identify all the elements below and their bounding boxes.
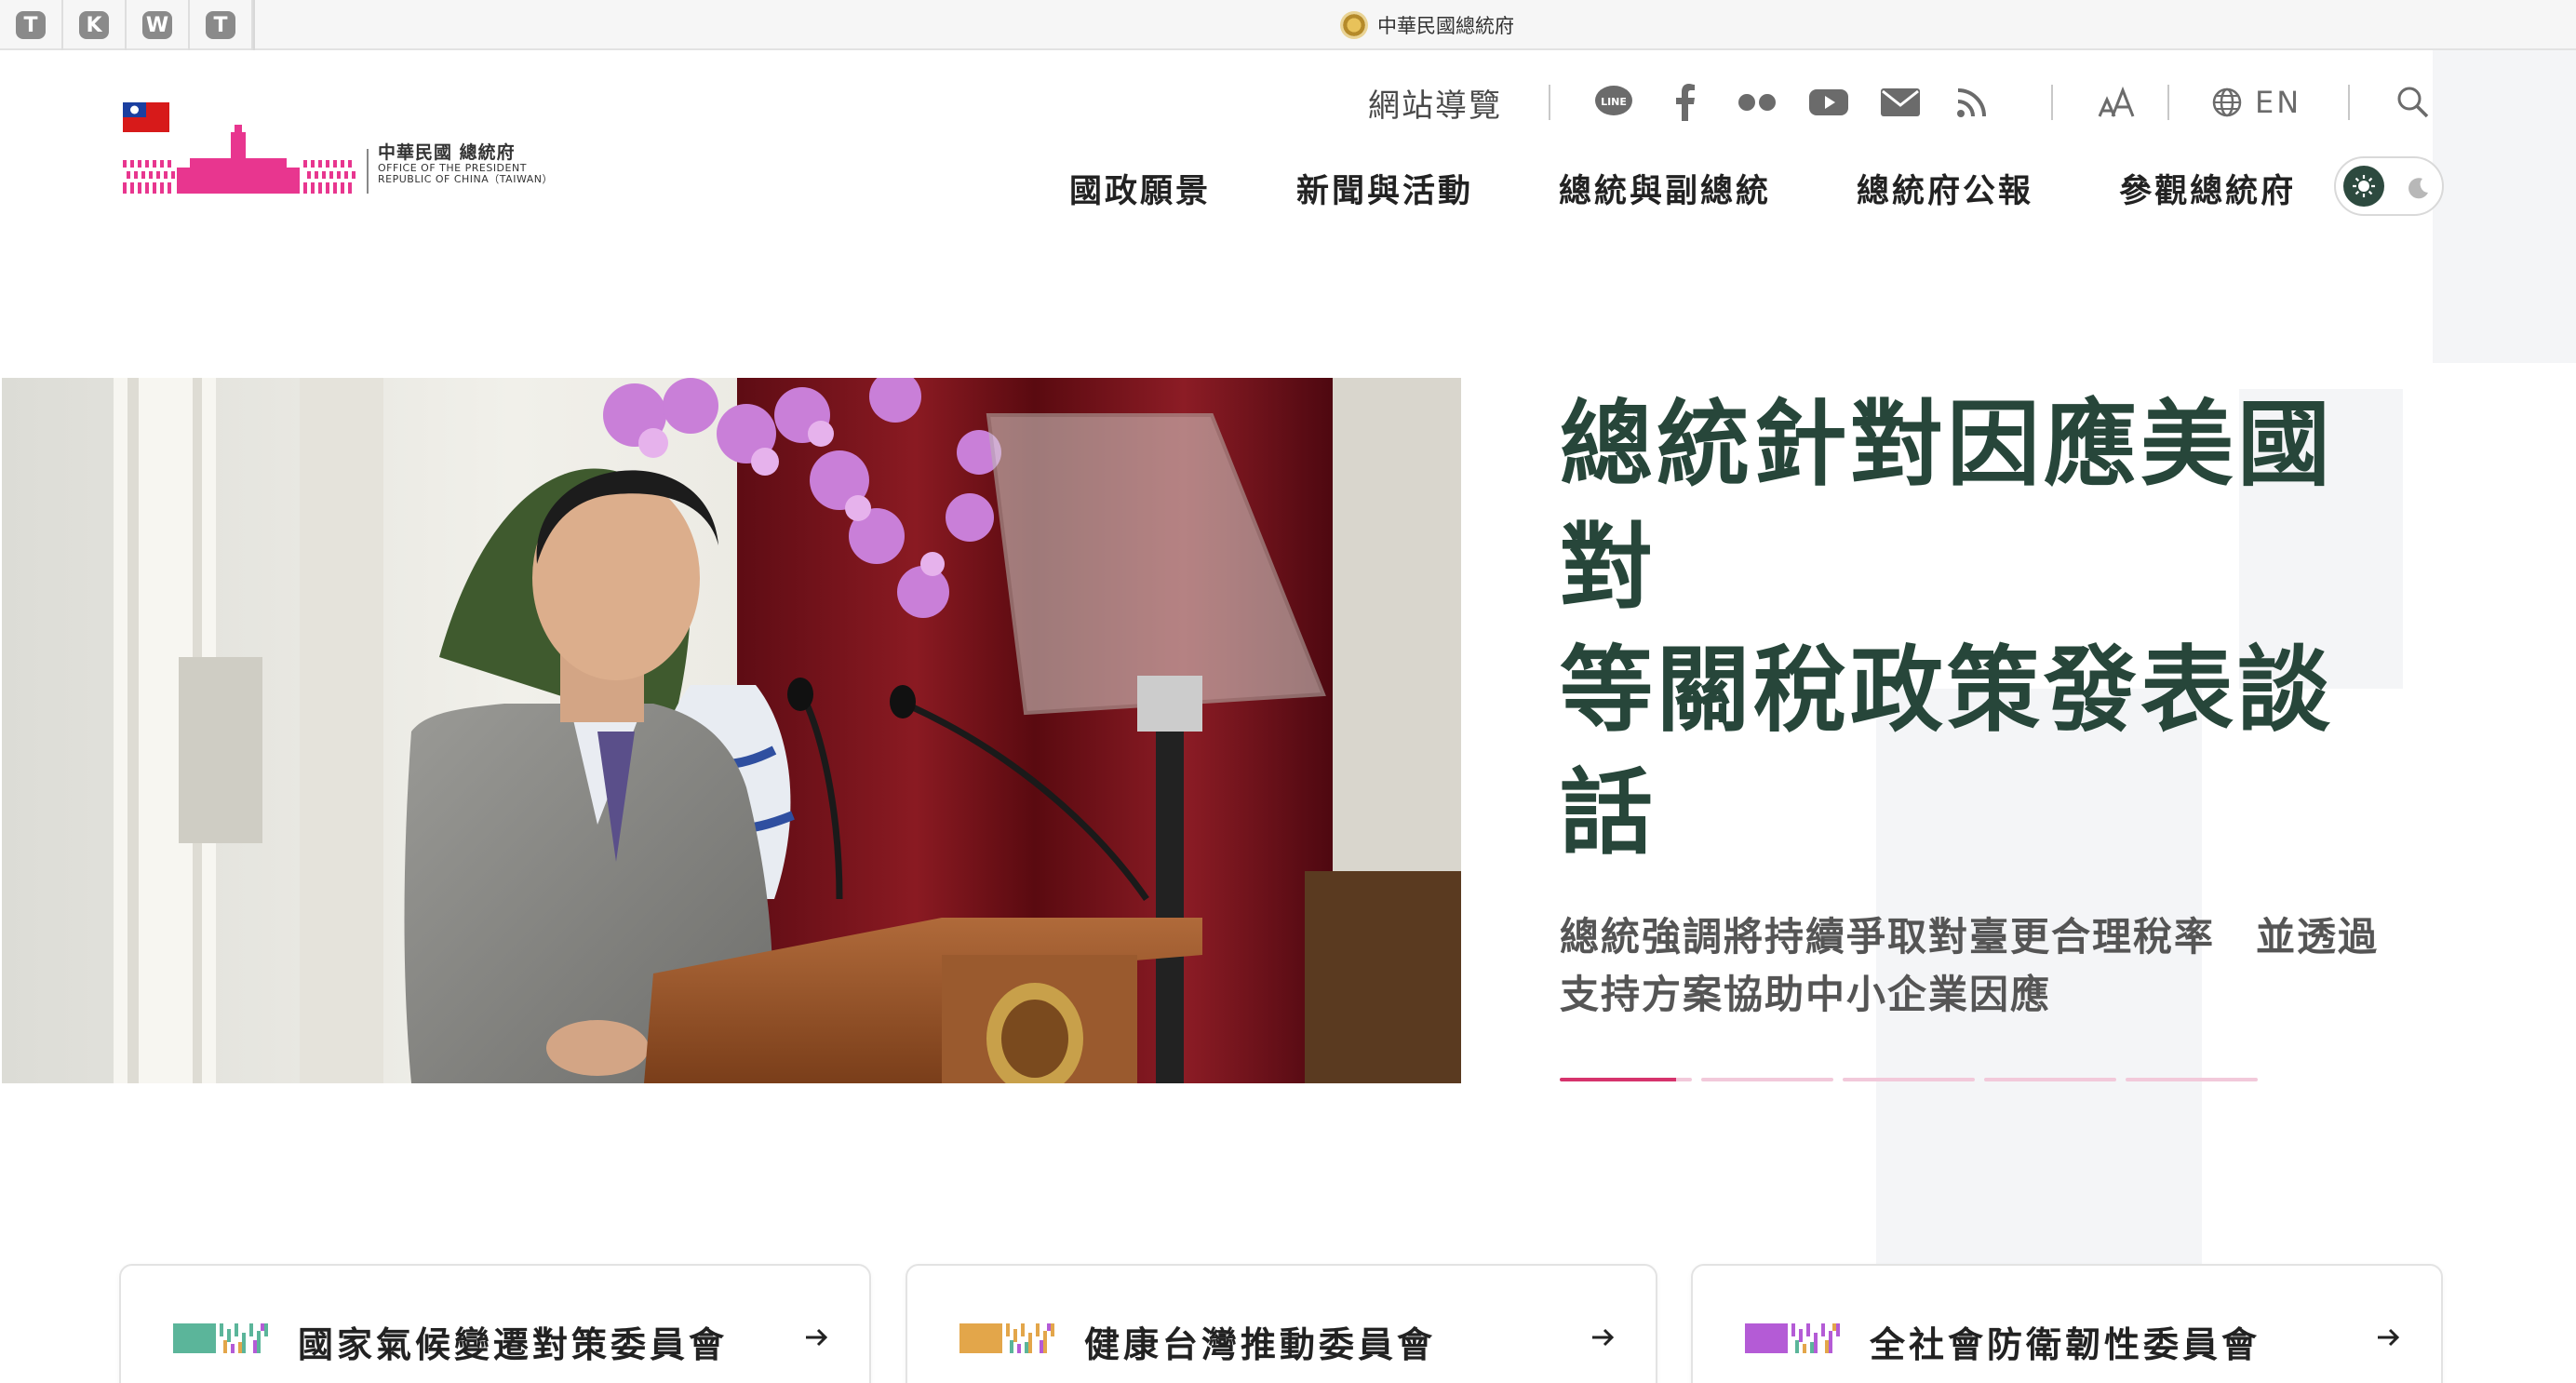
font-size-icon[interactable]	[2096, 82, 2137, 123]
slide-indicator[interactable]	[1843, 1078, 1975, 1081]
flickr-icon[interactable]	[1737, 82, 1778, 123]
nav-item-news[interactable]: 新聞與活動	[1296, 165, 1473, 212]
presidential-seal-icon	[1340, 11, 1368, 39]
nav-item-president[interactable]: 總統與副總統	[1559, 165, 1771, 212]
divider	[2167, 85, 2169, 120]
health-committee-mark-icon	[959, 1323, 1054, 1353]
rss-icon[interactable]	[1952, 82, 1992, 123]
hero-headline-line: 總統針對因應美國對	[1560, 390, 2334, 622]
youtube-icon[interactable]	[1808, 82, 1849, 123]
search-icon[interactable]	[2393, 82, 2434, 123]
card-title: 健康台灣推動委員會	[1084, 1324, 1437, 1365]
presidential-building-logo-icon	[123, 102, 369, 194]
divider	[1549, 85, 1550, 120]
moon-icon[interactable]	[2399, 169, 2436, 207]
nav-item-vision[interactable]: 國政願景	[1069, 165, 1211, 212]
pinned-tab-2[interactable]: K	[63, 0, 127, 50]
active-tab[interactable]: 中華民國總統府	[1340, 9, 1514, 41]
slide-indicator-active[interactable]	[1560, 1078, 1692, 1081]
browser-window: T K W T 中華民國總統府 中華民國 總統府 OFFICE OF THE P…	[0, 0, 2576, 1383]
pinned-tab-1[interactable]: T	[0, 0, 63, 50]
active-tab-title: 中華民國總統府	[1377, 15, 1514, 37]
site-logo[interactable]: 中華民國 總統府 OFFICE OF THE PRESIDENT REPUBLI…	[121, 93, 558, 205]
slide-indicator[interactable]	[2126, 1078, 2258, 1081]
hero-subheadline: 總統強調將持續爭取對臺更合理稅率 並透過 支持方案協助中小企業因應	[1560, 908, 2453, 1024]
background-decoration	[2433, 50, 2576, 363]
arrow-right-icon	[2378, 1328, 2400, 1347]
pinned-tab-4[interactable]: T	[190, 0, 253, 50]
utility-bar: 網站導覽 LINE EN	[1368, 80, 2434, 126]
mail-icon[interactable]	[1880, 82, 1921, 123]
slide-indicator[interactable]	[1984, 1078, 2116, 1081]
sitemap-link[interactable]: 網站導覽	[1368, 80, 1502, 126]
committee-card-climate[interactable]: 國家氣候變遷對策委員會	[119, 1264, 871, 1383]
hero-photo[interactable]	[2, 378, 1461, 1083]
slide-pager	[1560, 1078, 2258, 1081]
hero-subheadline-line: 支持方案協助中小企業因應	[1560, 972, 2052, 1017]
president-speech-photo	[2, 378, 1461, 1083]
globe-icon	[2212, 87, 2242, 117]
browser-tab-bar: T K W T 中華民國總統府	[0, 0, 2576, 50]
theme-toggle[interactable]	[2334, 156, 2444, 216]
sun-icon[interactable]	[2343, 166, 2384, 207]
committee-card-health[interactable]: 健康台灣推動委員會	[906, 1264, 1657, 1383]
logo-name-zh: 中華民國 總統府	[378, 142, 516, 163]
pinned-tab-3[interactable]: W	[127, 0, 190, 50]
arrow-right-icon	[806, 1328, 828, 1347]
divider	[2051, 85, 2053, 120]
hero-subheadline-line: 總統強調將持續爭取對臺更合理稅率 並透過	[1560, 914, 2380, 960]
tab-divider	[253, 0, 255, 50]
slide-indicator[interactable]	[1701, 1078, 1833, 1081]
climate-committee-mark-icon	[173, 1323, 268, 1353]
main-navigation: 國政願景 新聞與活動 總統與副總統 總統府公報 參觀總統府	[1069, 162, 2296, 214]
nav-item-gazette[interactable]: 總統府公報	[1857, 165, 2033, 212]
nav-item-visit[interactable]: 參觀總統府	[2119, 165, 2296, 212]
language-switch[interactable]: EN	[2212, 85, 2301, 120]
card-title: 國家氣候變遷對策委員會	[298, 1324, 729, 1365]
svg-text:LINE: LINE	[1601, 96, 1627, 108]
pinned-tab-icon: T	[16, 11, 46, 39]
line-icon[interactable]: LINE	[1593, 82, 1634, 123]
language-label: EN	[2255, 85, 2302, 120]
pinned-tab-icon: W	[142, 11, 172, 39]
defense-committee-mark-icon	[1745, 1323, 1840, 1353]
pinned-tab-icon: T	[206, 11, 235, 39]
divider	[2348, 85, 2351, 120]
pinned-tab-icon: K	[79, 11, 109, 39]
committee-card-defense[interactable]: 全社會防衛韌性委員會	[1691, 1264, 2443, 1383]
arrow-right-icon	[1592, 1328, 1615, 1347]
hero-headline[interactable]: 總統針對因應美國對 等關稅政策發表談話	[1560, 383, 2397, 875]
hero-headline-line: 等關稅政策發表談話	[1560, 636, 2334, 867]
logo-name-en-country: REPUBLIC OF CHINA（TAIWAN）	[378, 172, 553, 185]
logo-text: 中華民國 總統府 OFFICE OF THE PRESIDENT REPUBLI…	[378, 143, 553, 185]
facebook-icon[interactable]	[1665, 82, 1706, 123]
card-title: 全社會防衛韌性委員會	[1870, 1324, 2261, 1365]
